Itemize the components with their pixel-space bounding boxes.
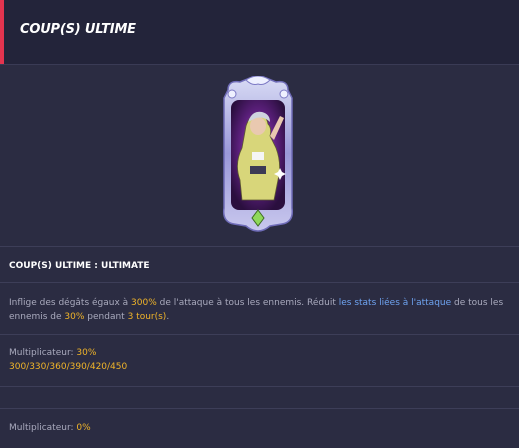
header-accent-bar bbox=[0, 0, 4, 64]
description-text: Inflige des dégâts égaux à bbox=[9, 298, 132, 308]
multiplier-levels: 300/330/360/390/420/450 bbox=[9, 362, 128, 372]
reduction-percent: 30% bbox=[64, 312, 85, 322]
attack-stats-link[interactable]: les stats liées à l'attaque bbox=[339, 298, 451, 308]
damage-percent: 300% bbox=[131, 298, 157, 308]
divider bbox=[0, 334, 519, 335]
divider bbox=[0, 246, 519, 247]
character-portrait-card bbox=[222, 76, 294, 232]
skill-name: COUP(S) ULTIME : ULTIMATE bbox=[9, 261, 150, 271]
divider bbox=[0, 282, 519, 283]
panel-header: COUP(S) ULTIME bbox=[0, 0, 519, 65]
portrait-section bbox=[0, 65, 519, 246]
description-text: pendant bbox=[84, 312, 128, 322]
multiplier-value: 0% bbox=[76, 423, 91, 433]
divider bbox=[0, 386, 519, 387]
divider bbox=[0, 408, 519, 409]
multiplier-label: Multiplicateur: bbox=[9, 348, 77, 358]
description-text: de l'attaque à tous les ennemis. Réduit bbox=[156, 298, 339, 308]
description-text: . bbox=[166, 312, 170, 322]
duration-turns: 3 tour(s) bbox=[127, 312, 167, 322]
multiplier-block: Multiplicateur: 30% 300/330/360/390/420/… bbox=[9, 346, 127, 374]
panel-title: COUP(S) ULTIME bbox=[20, 22, 136, 37]
multiplier-block-secondary: Multiplicateur: 0% bbox=[9, 421, 91, 435]
multiplier-label: Multiplicateur: bbox=[9, 423, 77, 433]
skill-description: Inflige des dégâts égaux à 300% de l'att… bbox=[9, 296, 509, 324]
multiplier-value: 30% bbox=[76, 348, 97, 358]
